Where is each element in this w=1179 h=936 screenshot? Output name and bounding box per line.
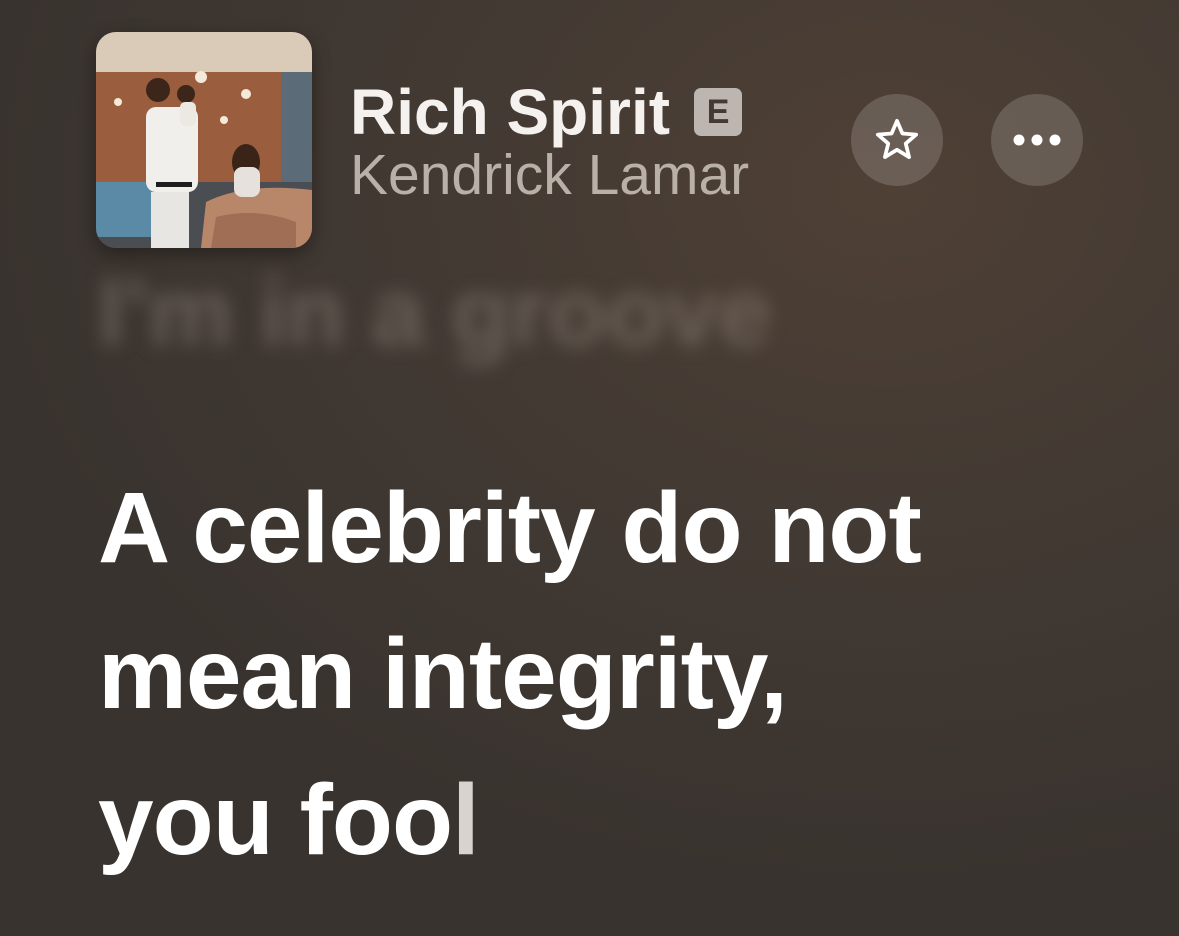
album-artwork-image bbox=[96, 32, 312, 248]
previous-lyric-line[interactable]: I'm in a groove bbox=[98, 258, 772, 368]
lyric-line: you fool bbox=[98, 747, 1138, 893]
more-options-button[interactable] bbox=[991, 94, 1083, 186]
lyric-sung-portion: you foo bbox=[98, 764, 453, 876]
song-title-row[interactable]: Rich Spirit E bbox=[350, 78, 743, 146]
lyric-line: mean integrity, bbox=[98, 618, 788, 730]
current-lyric-block[interactable]: A celebrity do not mean integrity, you f… bbox=[98, 455, 1138, 893]
artist-name[interactable]: Kendrick Lamar bbox=[350, 142, 749, 208]
lyric-unsung-portion: l bbox=[452, 764, 480, 876]
star-icon bbox=[875, 118, 919, 159]
explicit-badge: E bbox=[694, 88, 743, 136]
song-title[interactable]: Rich Spirit bbox=[350, 78, 670, 146]
lyrics-screen: Rich Spirit E Kendrick Lamar I'm in a gr… bbox=[0, 0, 1179, 936]
album-artwork[interactable] bbox=[96, 32, 312, 248]
lyric-line: A celebrity do not bbox=[98, 472, 922, 584]
favorite-button[interactable] bbox=[851, 94, 943, 186]
ellipsis-icon bbox=[1013, 134, 1061, 146]
